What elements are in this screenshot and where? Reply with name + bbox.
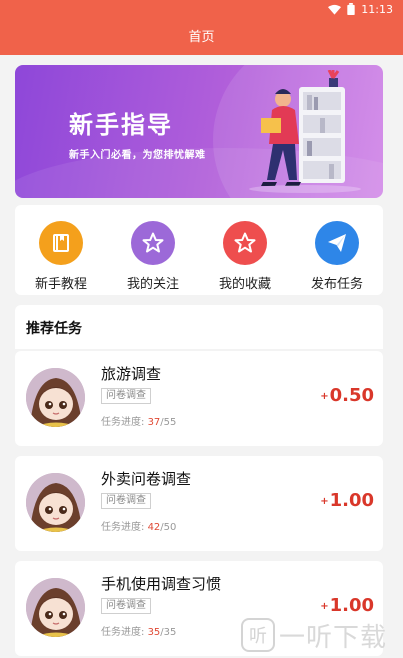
task-card[interactable]: 外卖问卷调查 问卷调查 任务进度: 42/50 +1.00 — [15, 456, 383, 551]
task-name: 外卖问卷调查 — [101, 470, 192, 488]
task-card[interactable]: 旅游调查 问卷调查 任务进度: 37/55 +0.50 — [15, 351, 383, 446]
section-title: 推荐任务 — [26, 321, 82, 337]
watermark-text: 一听下载 — [279, 622, 388, 653]
progress-label: 任务进度: — [101, 627, 145, 638]
star-outline-icon — [223, 221, 267, 265]
banner-subtitle: 新手入门必看，为您排忧解难 — [69, 150, 206, 161]
reward-sign: + — [320, 391, 329, 402]
progress-label: 任务进度: — [101, 417, 145, 428]
menu-label: 发布任务 — [310, 277, 363, 292]
task-name: 旅游调查 — [101, 365, 162, 383]
star-outline-icon — [131, 221, 175, 265]
avatar — [26, 473, 85, 532]
progress-label: 任务进度: — [101, 522, 145, 533]
menu-item-tutorial[interactable]: 新手教程 — [21, 205, 101, 295]
menu-item-follows[interactable]: 我的关注 — [113, 205, 193, 295]
watermark: 听 一听下载 — [241, 613, 401, 657]
menu-item-favorites[interactable]: 我的收藏 — [205, 205, 285, 295]
status-bar: 11:13 — [328, 0, 393, 18]
task-reward: +0.50 — [320, 385, 374, 406]
quick-menu: 新手教程 我的关注 我的收藏 发布任务 — [15, 205, 383, 295]
task-name: 手机使用调查习惯 — [101, 575, 222, 593]
task-tag: 问卷调查 — [101, 388, 151, 404]
reward-amount: 1.00 — [329, 490, 374, 511]
wifi-icon — [328, 4, 342, 15]
task-progress: 任务进度: 42/50 — [101, 522, 177, 533]
book-icon — [39, 221, 83, 265]
task-reward: +1.00 — [320, 490, 374, 511]
reward-sign: + — [320, 496, 329, 507]
menu-label: 我的关注 — [126, 277, 179, 292]
reading-person-illustration — [249, 70, 361, 193]
progress-total: 50 — [163, 522, 177, 533]
menu-label: 我的收藏 — [218, 277, 271, 292]
watermark-logo-icon: 听 — [241, 618, 275, 652]
menu-label: 新手教程 — [34, 277, 87, 292]
task-tag: 问卷调查 — [101, 493, 151, 509]
task-progress: 任务进度: 37/55 — [101, 417, 177, 428]
battery-icon — [347, 3, 355, 15]
progress-done: 42 — [147, 522, 161, 533]
avatar — [26, 578, 85, 637]
avatar — [26, 368, 85, 427]
progress-total: 35 — [163, 627, 177, 638]
guide-banner[interactable]: 新手指导 新手入门必看，为您排忧解难 — [15, 65, 383, 198]
progress-done: 37 — [147, 417, 161, 428]
status-time: 11:13 — [361, 2, 393, 16]
app-header: 11:13 首页 — [0, 0, 403, 55]
recommend-section-header: 推荐任务 — [15, 305, 383, 349]
task-progress: 任务进度: 35/35 — [101, 627, 177, 638]
progress-done: 35 — [147, 627, 161, 638]
task-tag: 问卷调查 — [101, 598, 151, 614]
progress-total: 55 — [163, 417, 177, 428]
reward-sign: + — [320, 601, 329, 612]
menu-item-publish-task[interactable]: 发布任务 — [297, 205, 377, 295]
paper-plane-icon — [315, 221, 359, 265]
banner-title: 新手指导 — [69, 111, 173, 139]
page-title: 首页 — [188, 30, 215, 45]
reward-amount: 0.50 — [329, 385, 374, 406]
